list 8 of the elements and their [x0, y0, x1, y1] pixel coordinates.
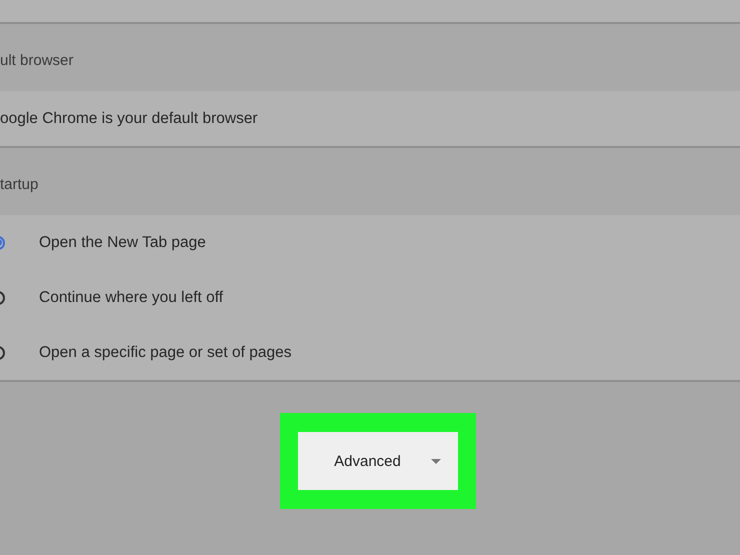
radio-label[interactable]: Open a specific page or set of pages: [39, 344, 292, 362]
section-heading: ult browser: [0, 52, 74, 69]
advanced-button[interactable]: Advanced: [298, 432, 458, 490]
radio-label[interactable]: Open the New Tab page: [39, 234, 206, 252]
setting-text: oogle Chrome is your default browser: [0, 110, 258, 128]
caret-icon: [430, 458, 441, 464]
section-heading: tartup: [0, 176, 38, 193]
radio-label[interactable]: Continue where you left off: [39, 288, 224, 306]
